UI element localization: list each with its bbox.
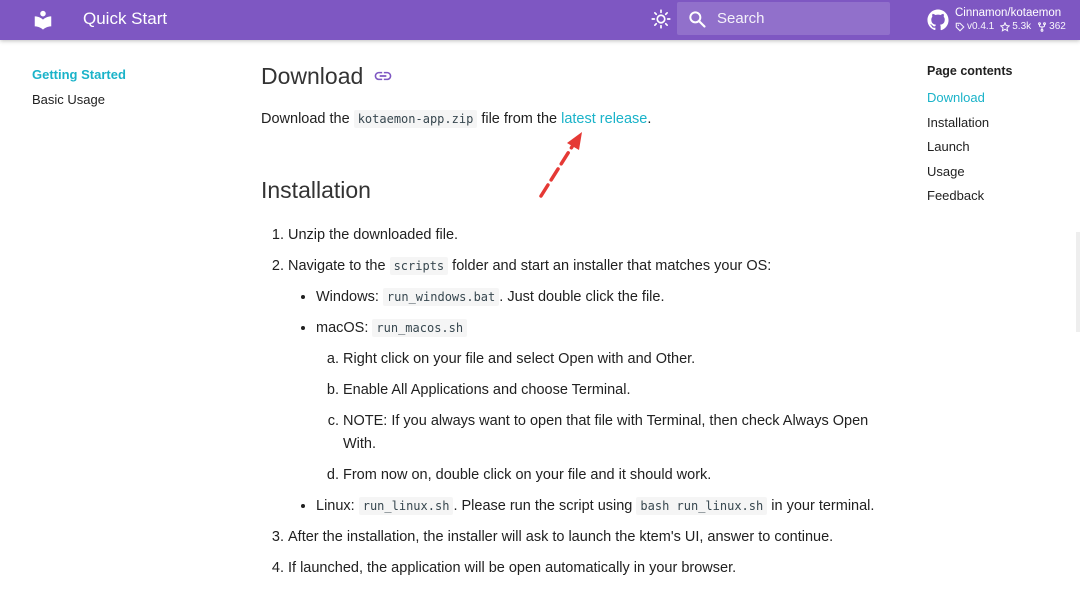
version-text: v0.4.1	[967, 21, 995, 32]
toc-item-installation[interactable]: Installation	[927, 111, 1067, 136]
step-1: Unzip the downloaded file.	[288, 224, 901, 247]
windows-text: . Just double click the file.	[499, 289, 665, 305]
linux-text-mid: . Please run the script using	[453, 498, 637, 514]
search-input[interactable]	[717, 10, 877, 27]
scrollbar[interactable]	[1076, 232, 1080, 332]
repo-stars: 5.3k	[1000, 20, 1031, 33]
download-paragraph: Download the kotaemon-app.zip file from …	[261, 108, 901, 130]
site-title[interactable]: Quick Start	[83, 9, 167, 29]
macos-script-code: run_macos.sh	[372, 319, 468, 337]
repo-version: v0.4.1	[955, 20, 994, 33]
os-list: Windows: run_windows.bat. Just double cl…	[288, 286, 901, 518]
step-2-text-after: folder and start an installer that match…	[448, 258, 772, 274]
step-4: If launched, the application will be ope…	[288, 557, 901, 580]
toc-item-launch[interactable]: Launch	[927, 135, 1067, 160]
step-2-text-before: Navigate to the	[288, 258, 390, 274]
os-windows: Windows: run_windows.bat. Just double cl…	[316, 286, 901, 309]
left-navigation: Getting Started Basic Usage	[32, 62, 192, 112]
nav-item-getting-started[interactable]: Getting Started	[32, 62, 192, 87]
os-linux: Linux: run_linux.sh. Please run the scri…	[316, 495, 901, 518]
step-2: Navigate to the scripts folder and start…	[288, 255, 901, 518]
fork-icon	[1038, 21, 1047, 32]
macos-steps: Right click on your file and select Open…	[316, 348, 901, 487]
repo-forks: 362	[1037, 20, 1066, 33]
toc-item-download[interactable]: Download	[927, 86, 1067, 111]
tag-icon	[955, 22, 965, 31]
download-text-before: Download the	[261, 111, 354, 127]
repository-link[interactable]: Cinnamon/kotaemon v0.4.1 5.3k 362	[927, 3, 1066, 37]
book-logo-icon[interactable]	[32, 9, 54, 31]
macos-step-b: Enable All Applications and choose Termi…	[343, 379, 901, 402]
macos-step-a: Right click on your file and select Open…	[343, 348, 901, 371]
annotation-arrow-icon	[539, 132, 582, 198]
latest-release-link[interactable]: latest release	[561, 111, 647, 127]
permalink-icon[interactable]	[373, 66, 393, 86]
toc-title: Page contents	[927, 64, 1013, 78]
installation-heading-text: Installation	[261, 176, 371, 203]
top-app-bar: Quick Start Cinnamon/kotaemon	[0, 0, 1080, 40]
linux-command-code: bash run_linux.sh	[636, 497, 768, 515]
repo-name: Cinnamon/kotaemon	[955, 7, 1062, 19]
forks-count: 362	[1049, 21, 1066, 32]
star-icon	[1000, 21, 1011, 32]
linux-text-after: in your terminal.	[767, 498, 875, 514]
step-3: After the installation, the installer wi…	[288, 526, 901, 549]
page-contents: Page contents Download Installation Laun…	[927, 62, 1067, 209]
toc-item-usage[interactable]: Usage	[927, 160, 1067, 185]
toc-item-feedback[interactable]: Feedback	[927, 184, 1067, 209]
macos-step-c: NOTE: If you always want to open that fi…	[343, 410, 901, 456]
download-heading: Download	[261, 58, 901, 94]
windows-label: Windows:	[316, 289, 383, 305]
github-icon	[927, 9, 949, 31]
scripts-code: scripts	[389, 257, 449, 275]
nav-item-basic-usage[interactable]: Basic Usage	[32, 87, 192, 112]
theme-toggle-button[interactable]	[650, 8, 672, 30]
macos-step-d: From now on, double click on your file a…	[343, 464, 901, 487]
windows-script-code: run_windows.bat	[382, 288, 500, 306]
installation-steps: Unzip the downloaded file. Navigate to t…	[261, 224, 901, 580]
linux-label: Linux:	[316, 498, 359, 514]
search-box[interactable]	[677, 2, 890, 35]
download-heading-text: Download	[261, 62, 364, 89]
linux-script-code: run_linux.sh	[358, 497, 454, 515]
download-text-mid: file from the	[477, 111, 562, 127]
os-macos: macOS: run_macos.sh Right click on your …	[316, 317, 901, 487]
download-text-after: .	[647, 111, 652, 127]
search-icon	[689, 10, 706, 28]
stars-count: 5.3k	[1012, 21, 1032, 32]
brightness-icon	[651, 9, 671, 29]
file-name-code: kotaemon-app.zip	[353, 110, 478, 128]
macos-label: macOS:	[316, 320, 373, 336]
